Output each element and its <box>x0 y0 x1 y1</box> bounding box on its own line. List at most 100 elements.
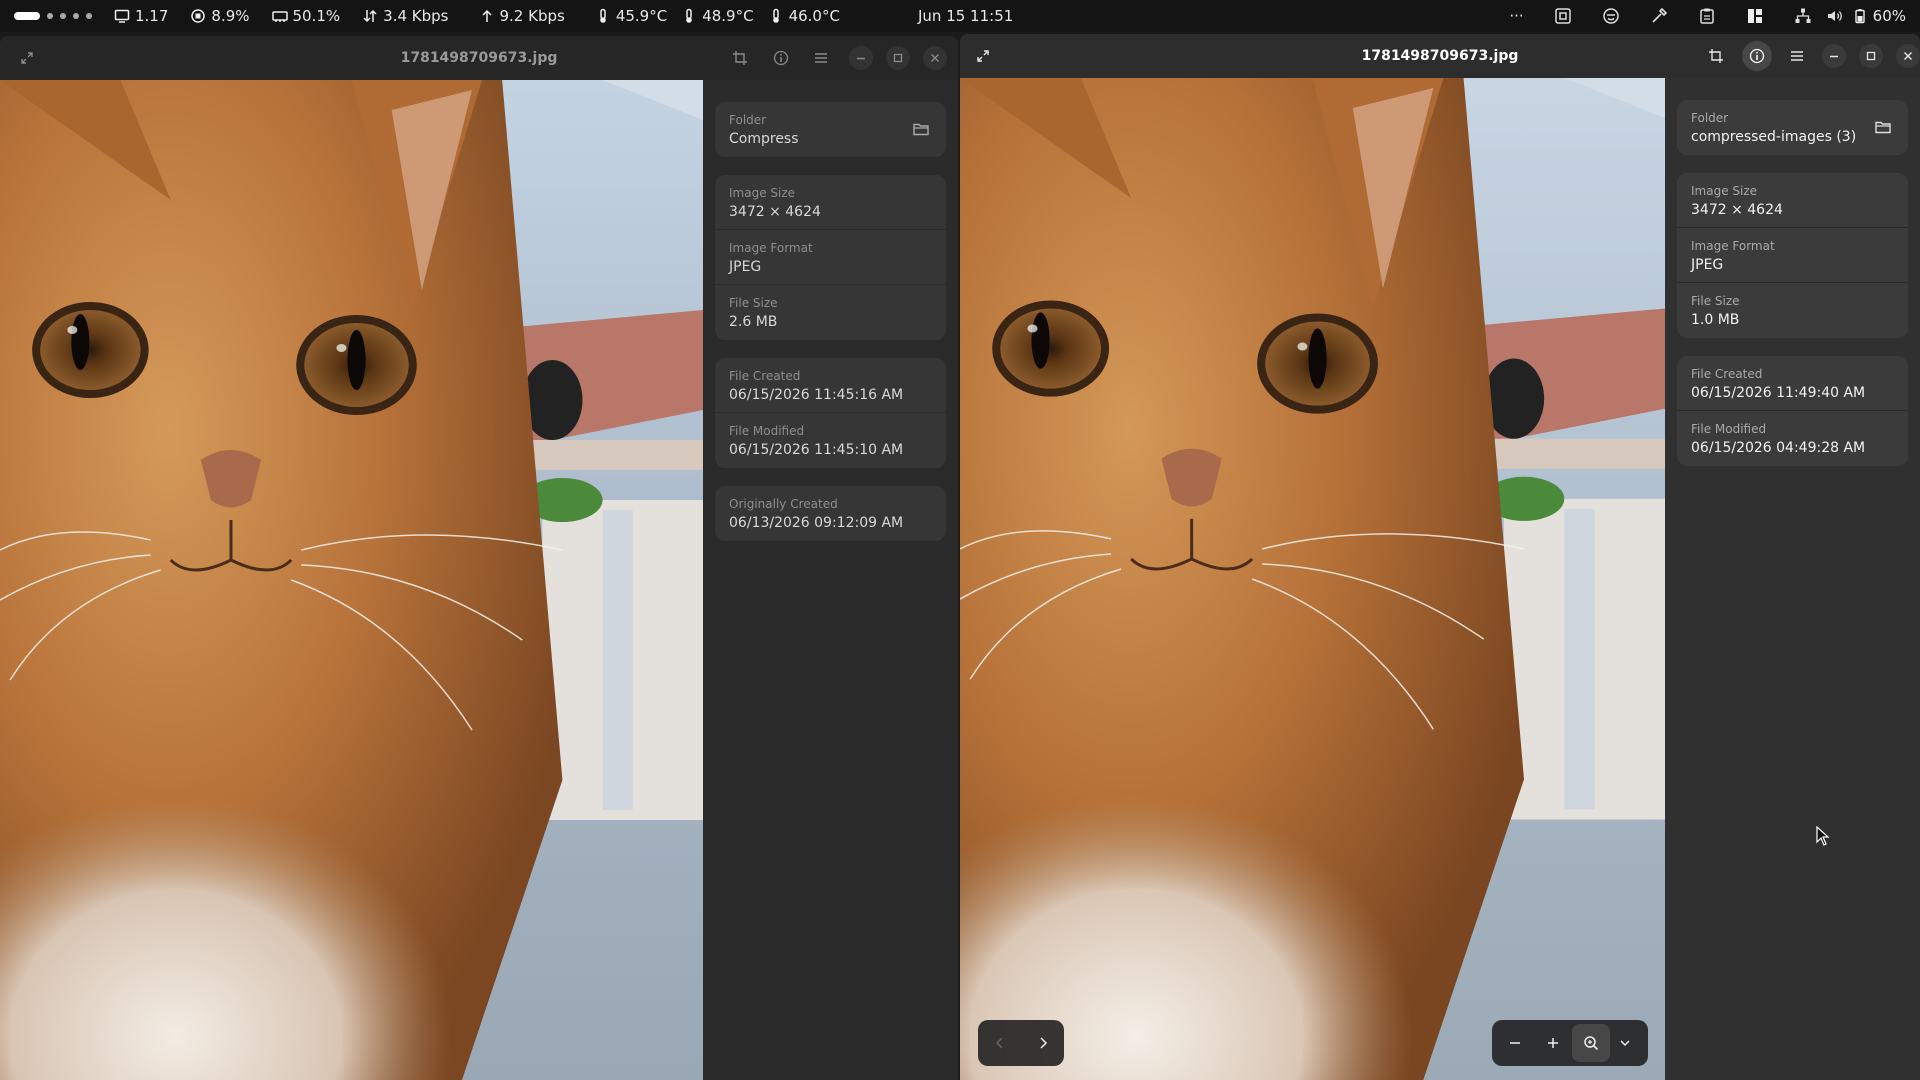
temperature-stat: 48.9°C <box>681 7 754 25</box>
overflow-menu[interactable]: ··· <box>1509 7 1523 25</box>
close-button[interactable] <box>1896 44 1920 68</box>
workspace-dot[interactable] <box>47 13 53 19</box>
image-format-row: Image Format JPEG <box>715 230 946 285</box>
workspace-dot[interactable] <box>60 13 66 19</box>
close-button[interactable] <box>923 46 947 70</box>
file-size-label: File Size <box>1691 294 1740 308</box>
originally-created-label: Originally Created <box>729 497 838 511</box>
best-fit-button[interactable] <box>1572 1024 1610 1062</box>
speaker-icon <box>1827 11 1842 21</box>
minimize-button[interactable] <box>1822 44 1846 68</box>
folder-label: Folder <box>729 113 767 127</box>
workspace-indicator[interactable] <box>14 12 92 20</box>
plus-icon <box>1548 1038 1558 1048</box>
main-menu-button[interactable] <box>1782 41 1812 71</box>
close-icon <box>1904 52 1912 60</box>
close-icon <box>931 54 939 62</box>
crop-button[interactable] <box>725 43 755 73</box>
hamburger-menu-icon <box>1791 51 1803 61</box>
image-size-label: Image Size <box>1691 184 1758 198</box>
file-modified-label: File Modified <box>1691 422 1767 436</box>
chevron-right-icon <box>1039 1037 1047 1049</box>
image-size-value: 3472 × 4624 <box>1691 202 1783 218</box>
file-modified-row: File Modified 06/15/2026 11:45:10 AM <box>715 413 946 468</box>
memory-stat: 50.1% <box>271 7 340 25</box>
folder-card: Folder Compress <box>715 102 946 157</box>
properties-button[interactable] <box>1742 41 1772 71</box>
screenshot-icon <box>1554 8 1571 24</box>
folder-value: compressed-images (3) <box>1691 129 1857 145</box>
file-size-label: File Size <box>729 296 778 310</box>
volume-tray-icon[interactable] <box>1826 7 1844 25</box>
file-created-row: File Created 06/15/2026 11:49:40 AM <box>1677 356 1908 411</box>
face-icon <box>1602 8 1619 24</box>
cpu-icon <box>191 9 206 23</box>
image-canvas[interactable] <box>960 78 1665 1080</box>
image-format-row: Image Format JPEG <box>1677 228 1908 283</box>
clipboard-tray-icon[interactable] <box>1698 7 1716 25</box>
battery-icon <box>1854 9 1865 24</box>
file-created-label: File Created <box>729 369 801 383</box>
info-icon <box>773 50 789 66</box>
tiling-tray-icon[interactable] <box>1746 7 1764 25</box>
zoom-out-button[interactable] <box>1496 1024 1534 1062</box>
folder-card: Folder compressed-images (3) <box>1677 100 1908 155</box>
active-workspace[interactable] <box>14 12 40 20</box>
folder-icon <box>913 123 929 136</box>
file-created-row: File Created 06/15/2026 11:45:16 AM <box>715 358 946 413</box>
file-size-row: File Size 2.6 MB <box>715 285 946 340</box>
workspace-dot[interactable] <box>86 13 92 19</box>
title-bar[interactable]: 1781498709673.jpg <box>0 36 958 80</box>
screenshot-tray-icon[interactable] <box>1554 7 1572 25</box>
workspace-dot[interactable] <box>73 13 79 19</box>
cat-photo <box>0 80 703 1080</box>
thermometer-icon <box>686 8 693 23</box>
maximize-button[interactable] <box>1859 44 1883 68</box>
minimize-button[interactable] <box>849 46 873 70</box>
image-viewer-window-compressed[interactable]: 1781498709673.jpg Folder compressed-imag… <box>960 34 1920 1080</box>
maximize-icon <box>893 53 903 63</box>
clock[interactable]: Jun 15 11:51 <box>918 0 1013 32</box>
layout-icon <box>1747 9 1762 23</box>
zoom-menu-button[interactable] <box>1610 1024 1640 1062</box>
load-stat: 1.17 <box>114 7 168 25</box>
image-format-label: Image Format <box>729 241 813 255</box>
open-folder-button[interactable] <box>1872 116 1894 138</box>
temperature-stat: 45.9°C <box>595 7 667 25</box>
properties-button[interactable] <box>766 43 796 73</box>
image-viewer-window-original[interactable]: 1781498709673.jpg Folder Compress Image … <box>0 36 958 1080</box>
zoom-controls <box>1492 1020 1648 1066</box>
minus-icon <box>1510 1042 1520 1044</box>
color-picker-tray-icon[interactable] <box>1650 7 1668 25</box>
temperature-stat: 46.0°C <box>768 7 840 25</box>
folder-value: Compress <box>729 131 799 147</box>
folder-row: Folder compressed-images (3) <box>1677 100 1908 155</box>
properties-panel: Folder compressed-images (3) Image Size … <box>1665 78 1920 1080</box>
originally-created-value: 06/13/2026 09:12:09 AM <box>729 515 904 531</box>
zoom-in-button[interactable] <box>1534 1024 1572 1062</box>
title-bar[interactable]: 1781498709673.jpg <box>960 34 1920 78</box>
open-folder-button[interactable] <box>910 118 932 140</box>
emoji-tray-icon[interactable] <box>1602 7 1620 25</box>
image-canvas[interactable] <box>0 80 703 1080</box>
main-menu-button[interactable] <box>806 43 836 73</box>
mouse-pointer <box>1816 826 1830 846</box>
crop-icon <box>733 51 747 65</box>
crop-icon <box>1709 49 1723 63</box>
battery-indicator[interactable]: 60% <box>1852 7 1906 25</box>
file-created-label: File Created <box>1691 367 1763 381</box>
monitor-icon <box>114 9 130 23</box>
crop-button[interactable] <box>1701 41 1731 71</box>
next-image-button[interactable] <box>1021 1020 1064 1066</box>
previous-image-button[interactable] <box>978 1020 1021 1066</box>
maximize-button[interactable] <box>886 46 910 70</box>
network-tray-icon[interactable] <box>1794 7 1812 25</box>
image-size-row: Image Size 3472 × 4624 <box>715 175 946 230</box>
cat-photo <box>960 78 1665 1080</box>
zoom-fit-icon <box>1584 1036 1599 1051</box>
folder-icon <box>1875 121 1891 134</box>
chevron-down-icon <box>1620 1040 1630 1047</box>
file-modified-value: 06/15/2026 11:45:10 AM <box>729 442 904 458</box>
file-created-value: 06/15/2026 11:45:16 AM <box>729 387 904 403</box>
image-size-row: Image Size 3472 × 4624 <box>1677 173 1908 228</box>
